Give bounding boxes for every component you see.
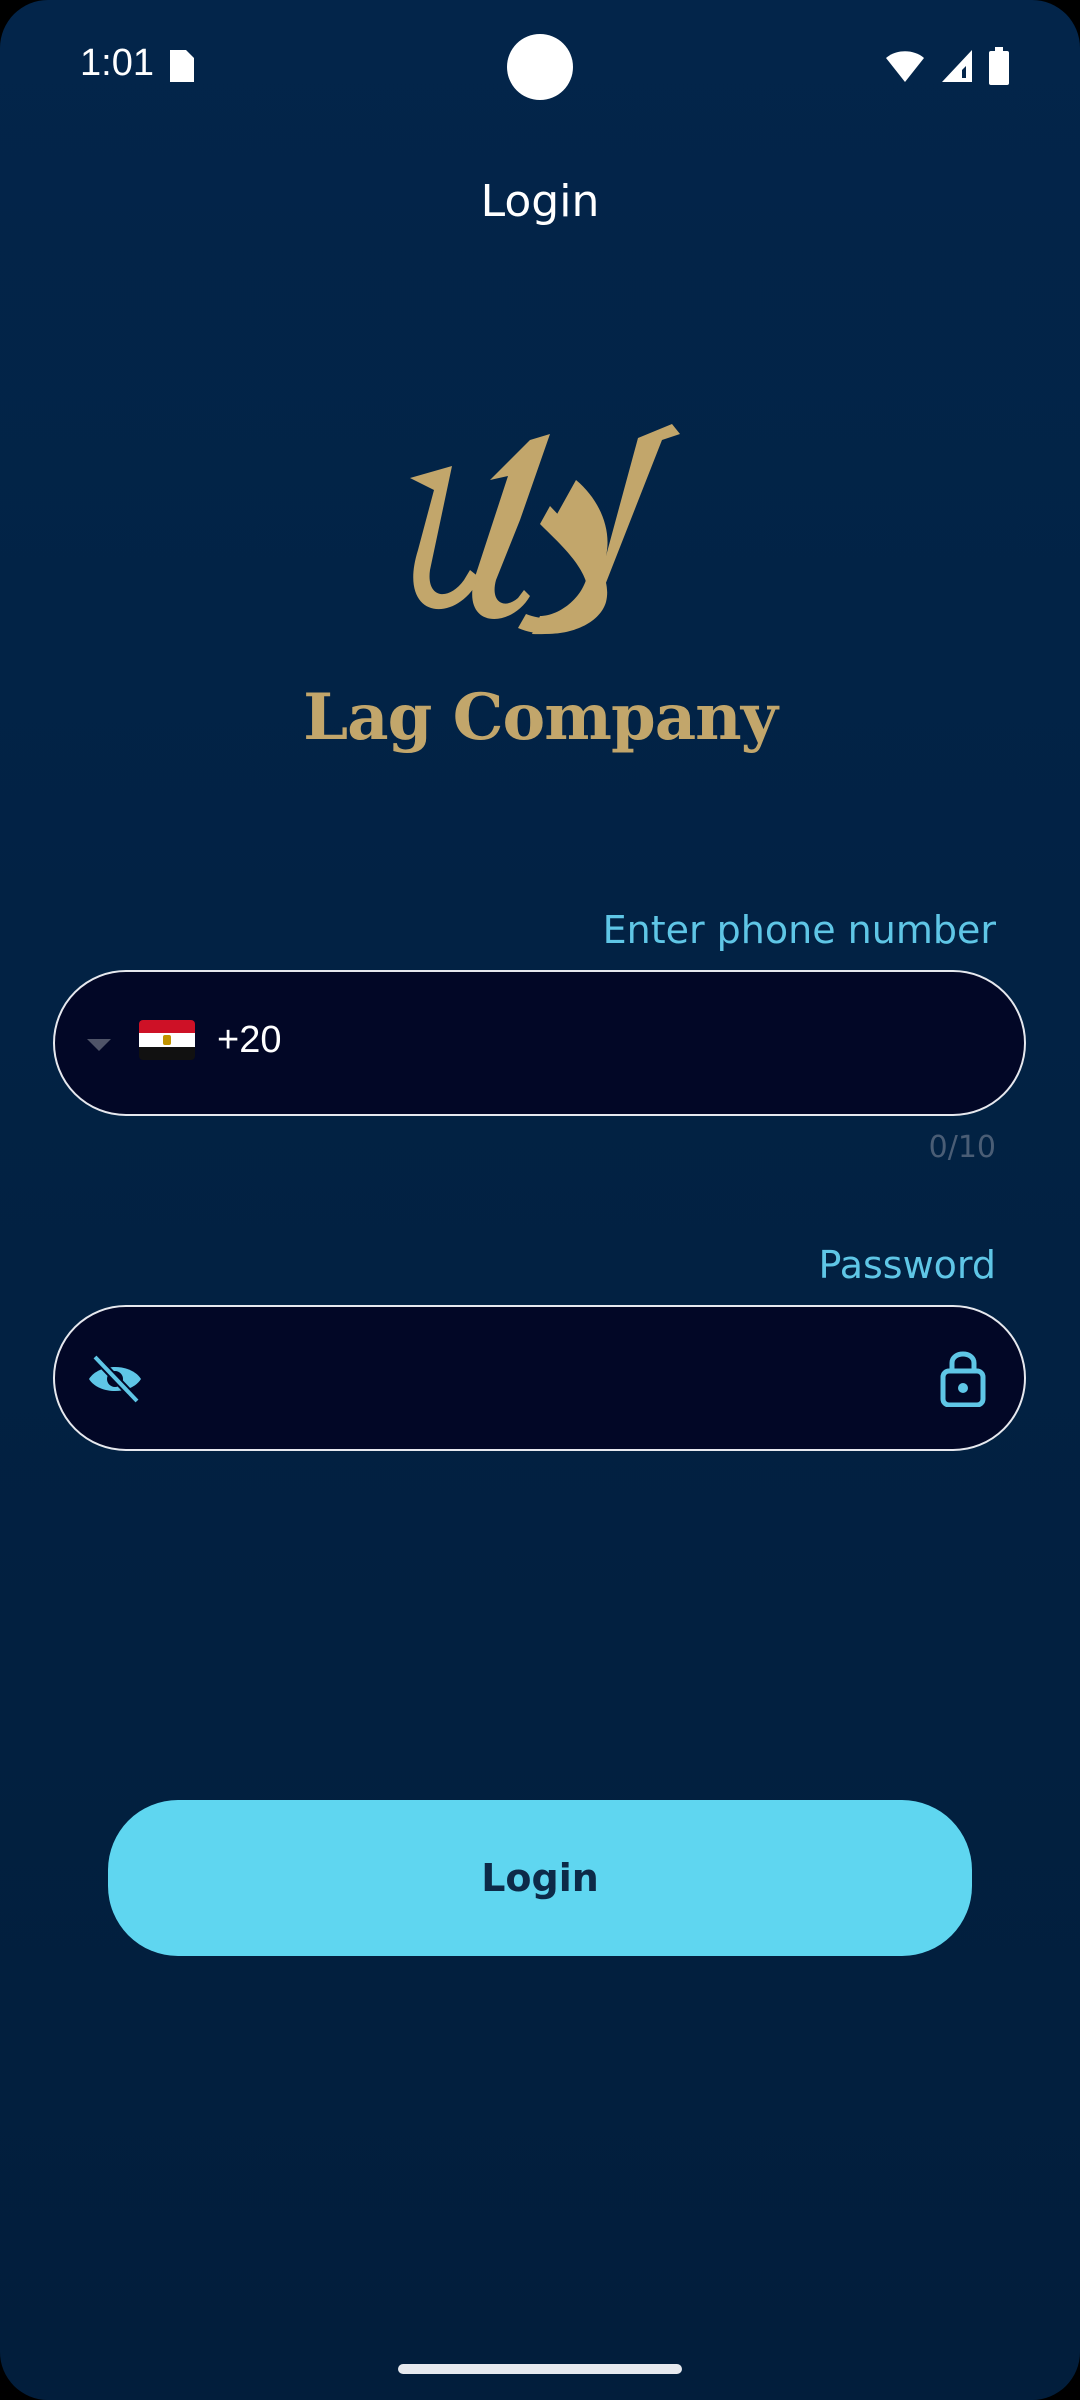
lock-icon <box>940 1351 986 1407</box>
company-logo: Lag Company <box>300 420 780 760</box>
login-screen: 1:01 Login Lag Company Enter phone numbe… <box>0 0 1080 2400</box>
signal-icon <box>942 50 972 82</box>
password-input[interactable] <box>53 1305 1026 1451</box>
wifi-icon <box>886 51 924 82</box>
phone-label: Enter phone number <box>602 908 996 952</box>
lag-logo-mark <box>410 424 680 635</box>
page-title: Login <box>480 176 600 227</box>
phone-input[interactable]: +20 <box>53 970 1026 1116</box>
camera-cutout <box>507 34 573 100</box>
phone-char-counter: 0/10 <box>928 1130 996 1165</box>
dial-code: +20 <box>217 1019 282 1061</box>
sim-card-icon <box>170 50 194 82</box>
password-label: Password <box>818 1243 997 1287</box>
battery-icon <box>989 47 1009 85</box>
home-indicator[interactable] <box>398 2364 682 2374</box>
status-bar: 1:01 <box>0 0 1080 130</box>
chevron-down-icon[interactable] <box>81 1027 117 1063</box>
login-button[interactable]: Login <box>108 1800 972 1956</box>
status-icons <box>884 46 1010 86</box>
status-time: 1:01 <box>80 42 154 84</box>
company-name: Lag Company <box>303 680 778 755</box>
eye-off-icon[interactable] <box>85 1351 145 1407</box>
egypt-flag-icon[interactable] <box>139 1020 195 1060</box>
